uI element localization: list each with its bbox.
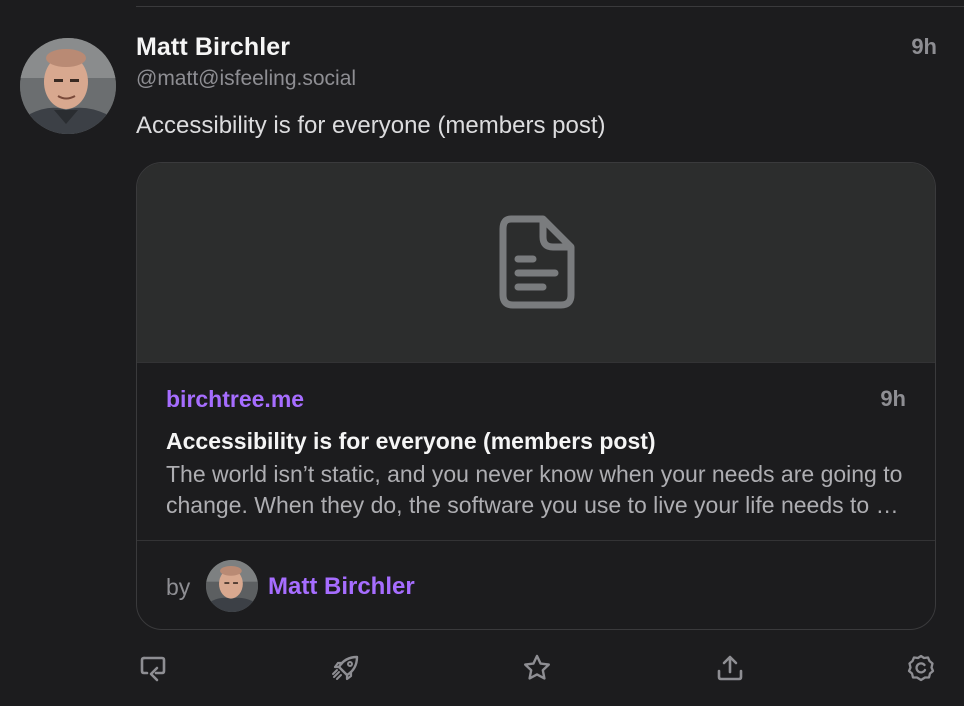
card-by-label: by [166,574,191,600]
post-timestamp: 9h [911,34,937,59]
boost-button[interactable] [329,650,363,686]
document-icon [499,215,575,309]
card-divider [137,540,935,541]
post-actions-bar [136,650,938,686]
author-avatar[interactable] [20,38,116,134]
card-title: Accessibility is for everyone (members p… [166,428,656,454]
card-domain: birchtree.me [166,386,305,412]
card-image-placeholder [137,163,935,363]
share-icon [717,655,743,681]
avatar-image [20,38,116,134]
boost-icon [332,655,359,681]
post-content: Accessibility is for everyone (members p… [136,112,606,139]
favorite-icon [524,654,550,680]
author-handle[interactable]: @matt@isfeeling.social [136,67,356,91]
link-preview-card[interactable]: birchtree.me 9h Accessibility is for eve… [136,162,936,630]
card-timestamp: 9h [880,386,906,411]
author-name[interactable]: Matt Birchler [136,33,290,62]
reply-icon [140,656,166,682]
post-status[interactable]: Matt Birchler @matt@isfeeling.social 9h … [0,0,964,706]
avatar-image [206,560,258,612]
card-author-name[interactable]: Matt Birchler [268,573,415,601]
card-author-avatar[interactable] [206,560,258,612]
more-options-button[interactable] [904,650,938,686]
settings-icon [907,654,935,682]
post-divider [136,6,964,7]
favorite-button[interactable] [520,650,554,686]
reply-button[interactable] [136,650,170,686]
card-description: The world isn’t static, and you never kn… [166,461,903,518]
share-button[interactable] [713,650,747,686]
